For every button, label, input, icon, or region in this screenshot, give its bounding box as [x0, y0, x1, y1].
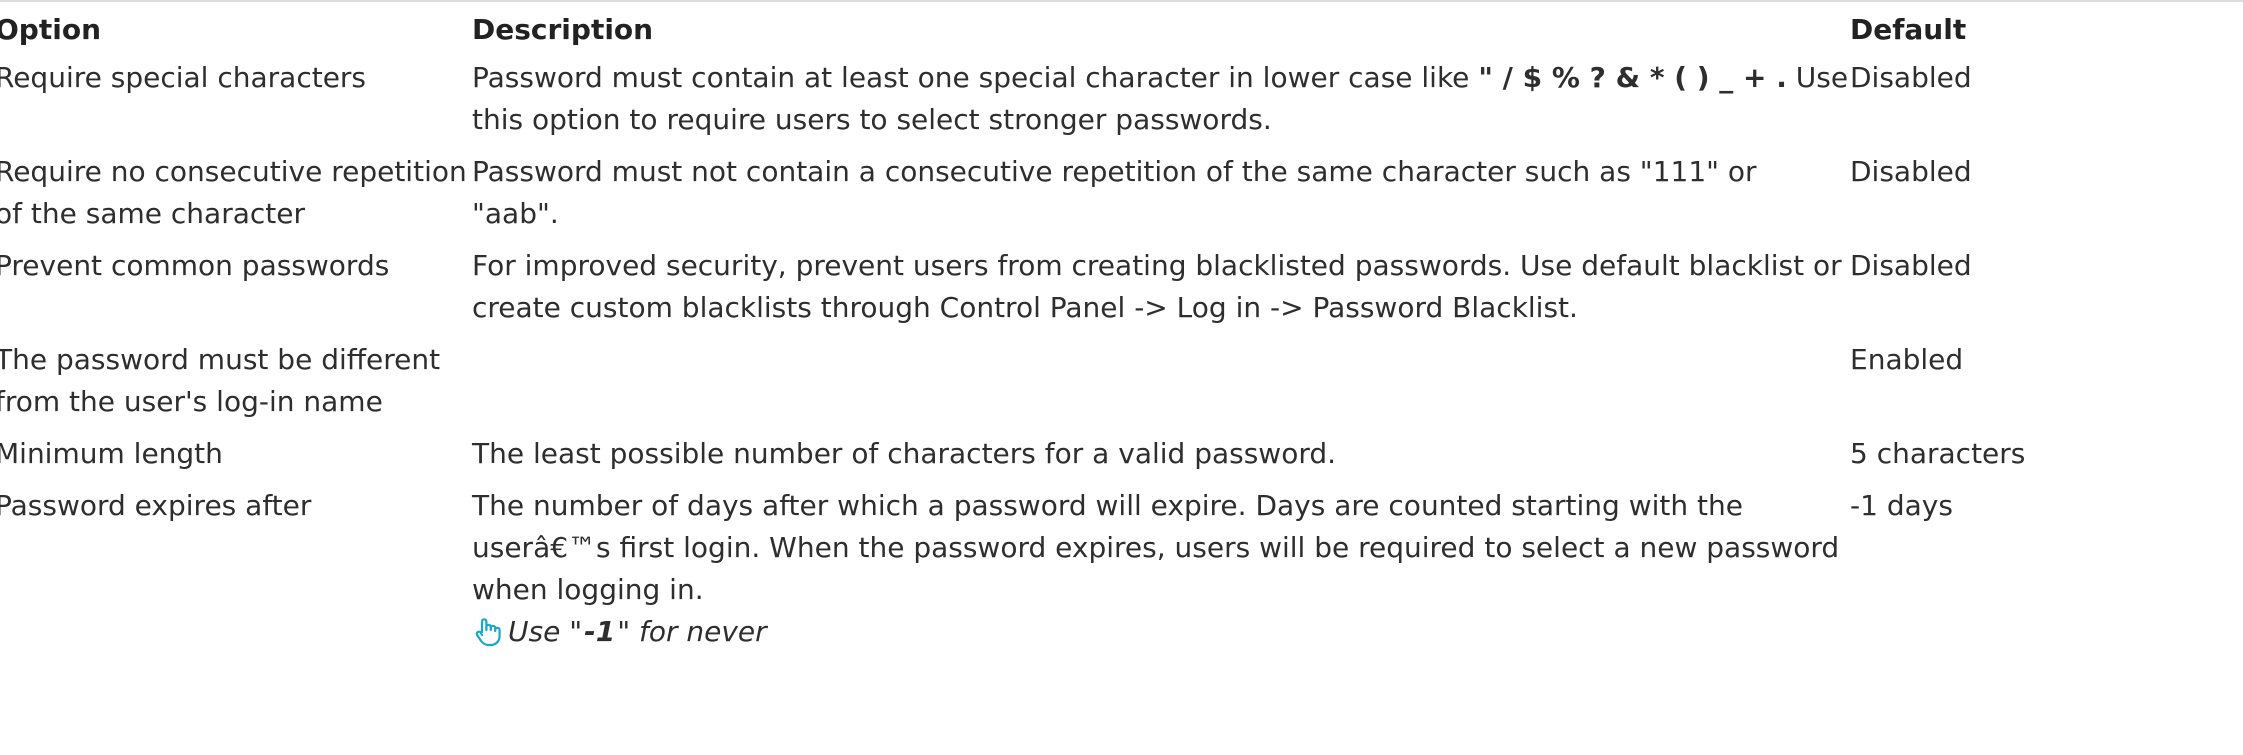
description-cell: Password must contain at least one speci…: [472, 57, 1850, 151]
option-cell: Minimum length: [0, 437, 223, 470]
description-cell: For improved security, prevent users fro…: [472, 249, 1842, 324]
note-value: -1: [584, 615, 616, 648]
pointing-hand-icon: [472, 615, 506, 649]
table-row: The password must be different from the …: [0, 339, 2215, 433]
option-cell: Require no consecutive repetition of the…: [0, 155, 467, 230]
default-cell: Disabled: [1850, 61, 1972, 94]
table-row: Password expires after The number of day…: [0, 485, 2215, 663]
special-characters-list: " / $ % ? & * ( ) _ + .: [1478, 61, 1787, 94]
description-cell: The least possible number of characters …: [472, 437, 1337, 470]
description-text: The number of days after which a passwor…: [472, 489, 1840, 606]
description-cell: The number of days after which a passwor…: [472, 485, 1850, 663]
note-suffix: " for never: [617, 615, 767, 648]
top-divider: [0, 0, 2243, 2]
option-cell: Password expires after: [0, 489, 312, 522]
description-cell: [472, 339, 1850, 433]
description-text: Password must contain at least one speci…: [472, 61, 1479, 94]
table-header-row: Option Description Default: [0, 10, 2215, 57]
table-row: Prevent common passwords For improved se…: [0, 245, 2215, 339]
option-cell: Require special characters: [0, 61, 367, 94]
table-row: Require special characters Password must…: [0, 57, 2215, 151]
table-row: Require no consecutive repetition of the…: [0, 151, 2215, 245]
default-cell: Disabled: [1850, 155, 1972, 188]
option-cell: Prevent common passwords: [0, 249, 390, 282]
description-cell: Password must not contain a consecutive …: [472, 155, 1757, 230]
note-prefix: Use ": [508, 615, 583, 648]
description-column-header: Description: [472, 13, 654, 46]
table-row: Minimum length The least possible number…: [0, 433, 2215, 485]
default-cell: 5 characters: [1850, 437, 2026, 470]
password-policy-table: Option Description Default Require speci…: [0, 10, 2215, 663]
default-cell: Enabled: [1850, 343, 1964, 376]
default-column-header: Default: [1850, 13, 1967, 46]
option-cell: The password must be different from the …: [0, 343, 441, 418]
default-cell: Disabled: [1850, 249, 1972, 282]
option-column-header: Option: [0, 13, 101, 46]
default-cell: -1 days: [1850, 489, 1953, 522]
usage-note: Use " -1 " for never: [472, 611, 1850, 653]
